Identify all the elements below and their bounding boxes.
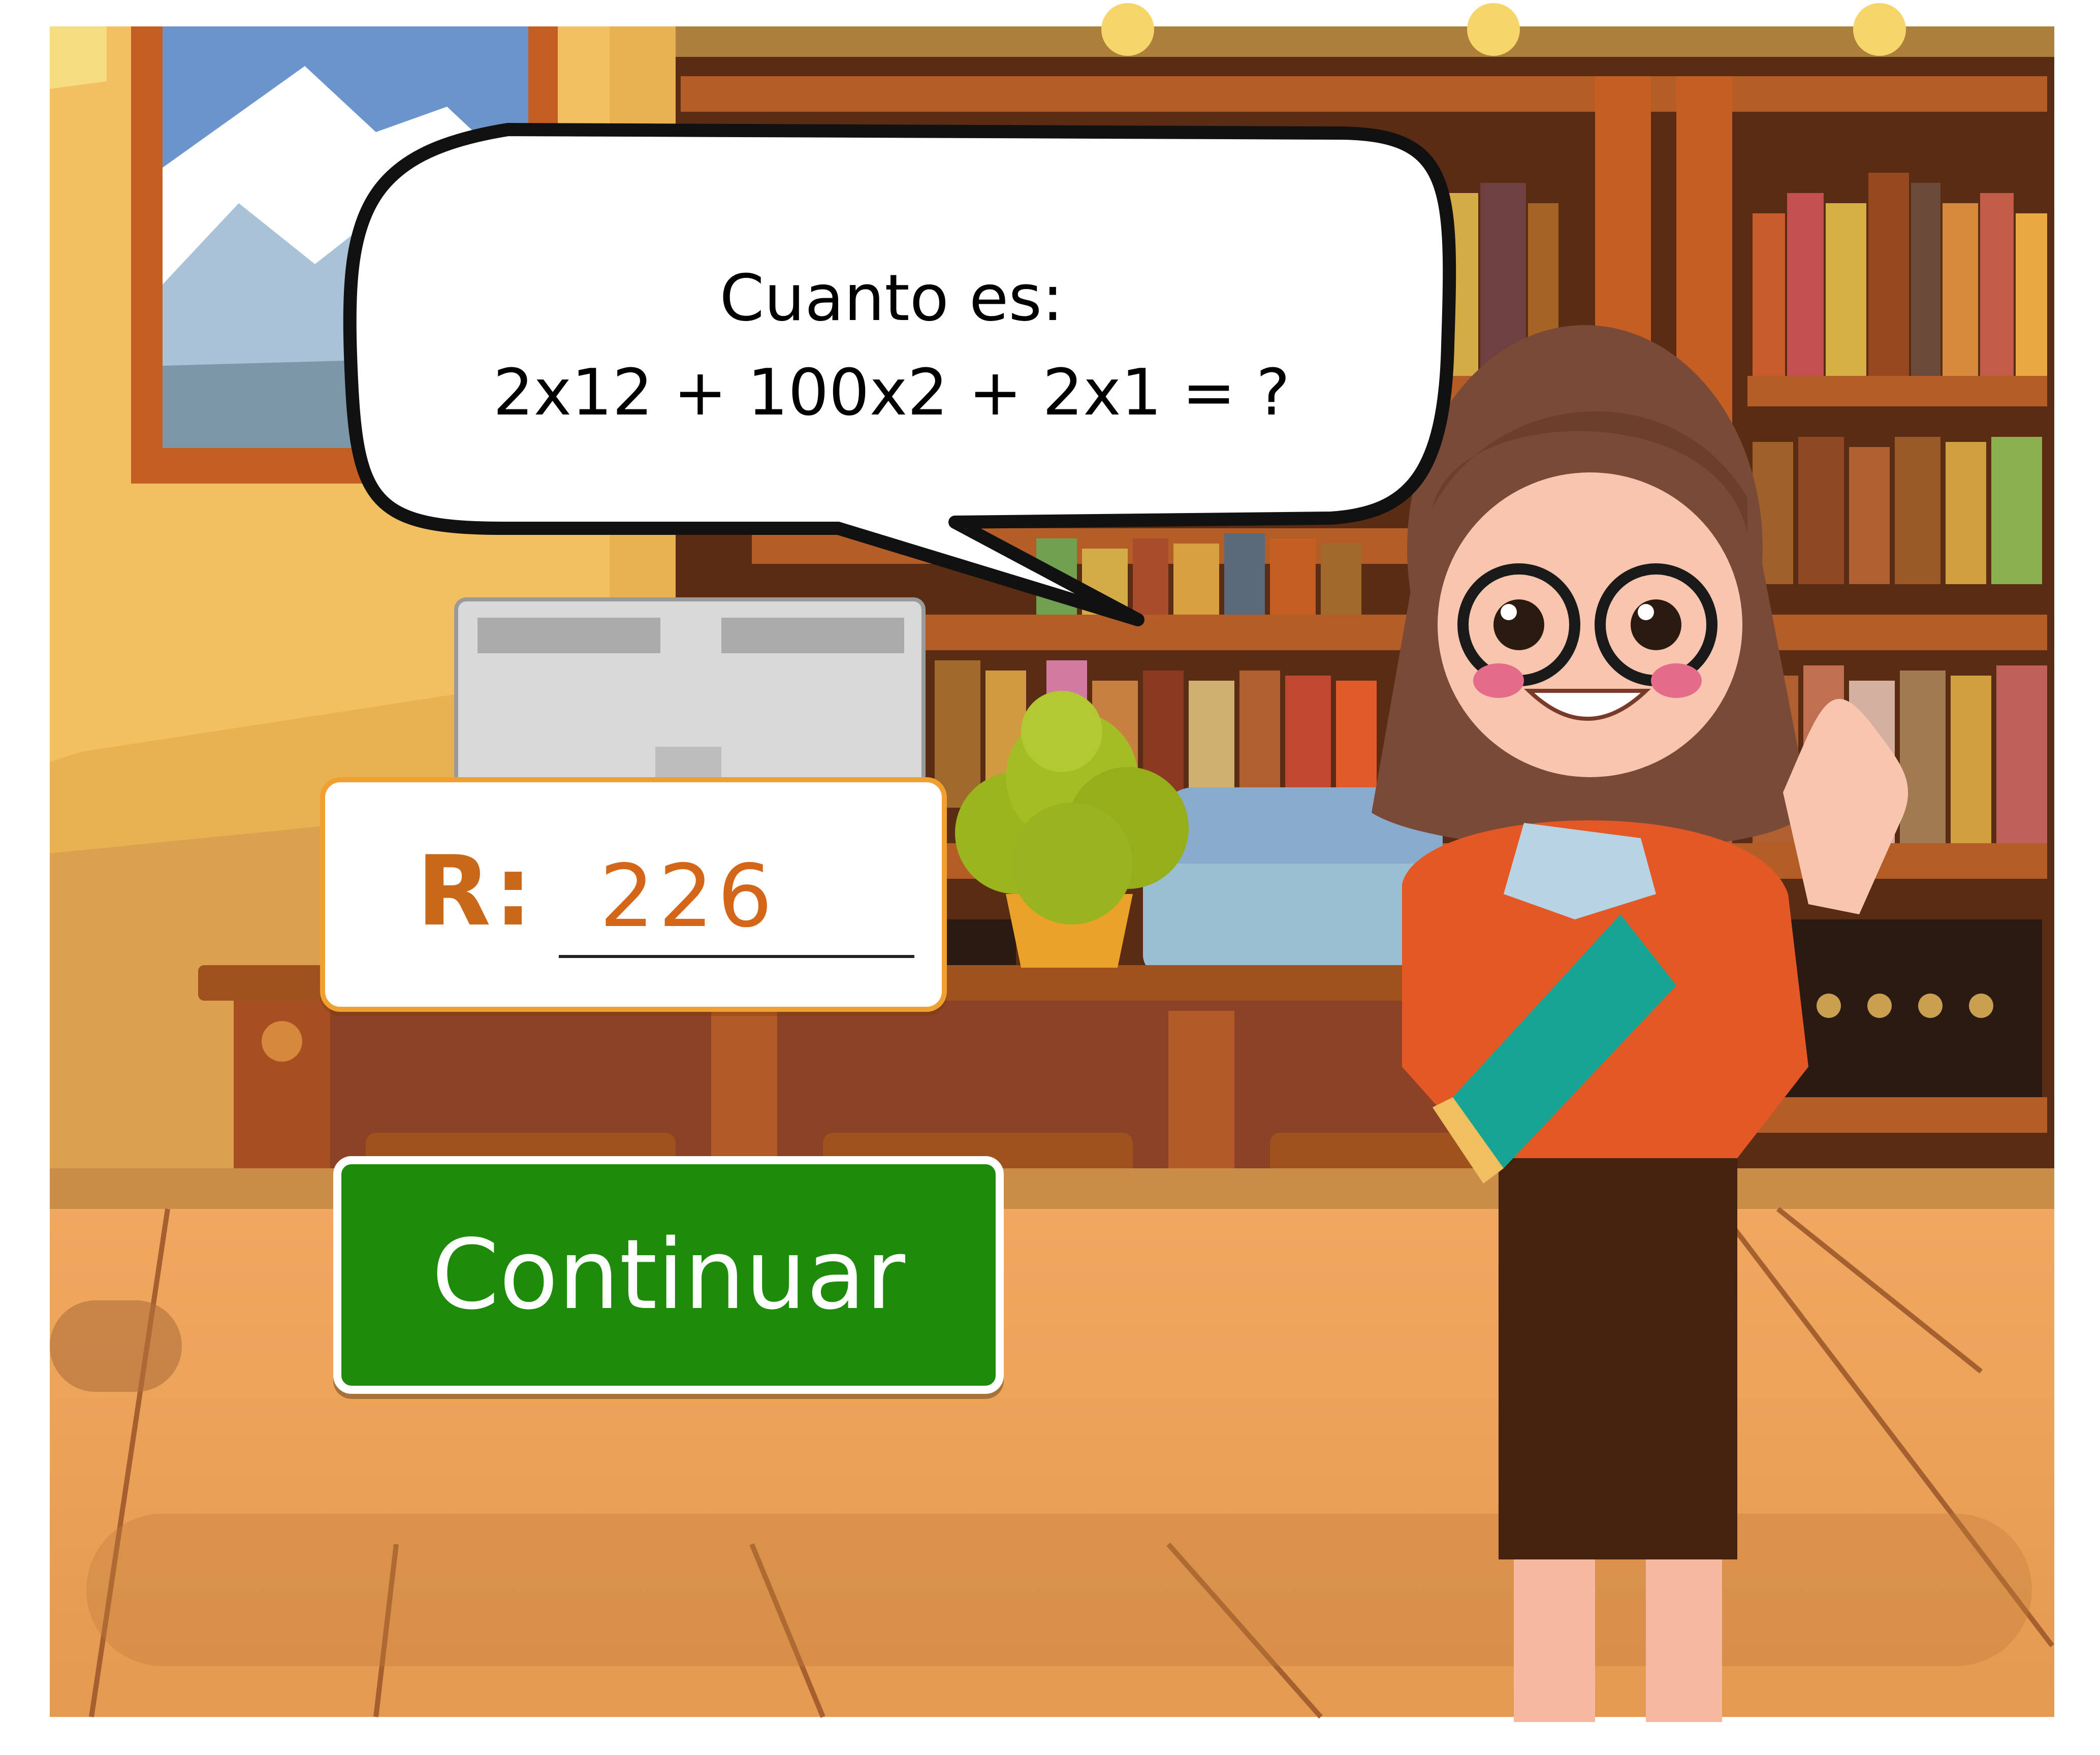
answer-prefix: R: bbox=[417, 835, 536, 947]
game-scene bbox=[0, 0, 2100, 1755]
continue-button[interactable]: Continuar bbox=[333, 1156, 1004, 1394]
answer-panel: R: 226 bbox=[320, 777, 947, 1012]
continue-button-label: Continuar bbox=[431, 1219, 905, 1331]
answer-underline bbox=[559, 955, 914, 958]
answer-input[interactable]: 226 bbox=[599, 853, 776, 940]
